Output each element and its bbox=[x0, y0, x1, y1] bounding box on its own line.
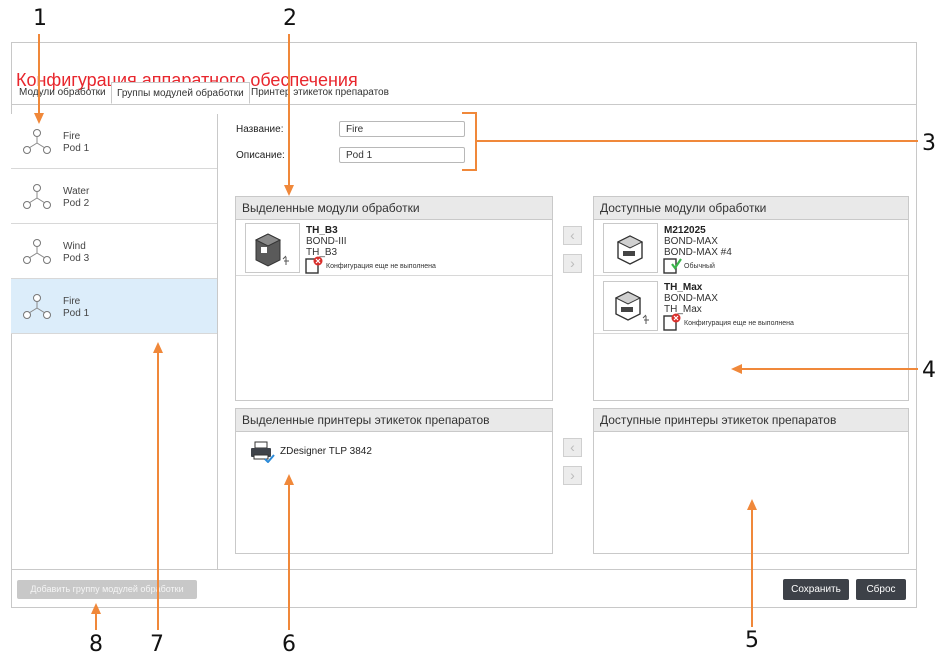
callout-arrow-4 bbox=[731, 364, 742, 374]
callout-arrow-2 bbox=[284, 185, 294, 196]
callout-arrow-8 bbox=[91, 603, 101, 614]
callout-arrow-5 bbox=[747, 499, 757, 510]
callout-arrow-6 bbox=[284, 474, 294, 485]
callout-lines bbox=[34, 34, 918, 630]
callout-arrow-7 bbox=[153, 342, 163, 353]
callout-arrow-1 bbox=[34, 113, 44, 124]
callout-bracket-3 bbox=[462, 112, 477, 171]
